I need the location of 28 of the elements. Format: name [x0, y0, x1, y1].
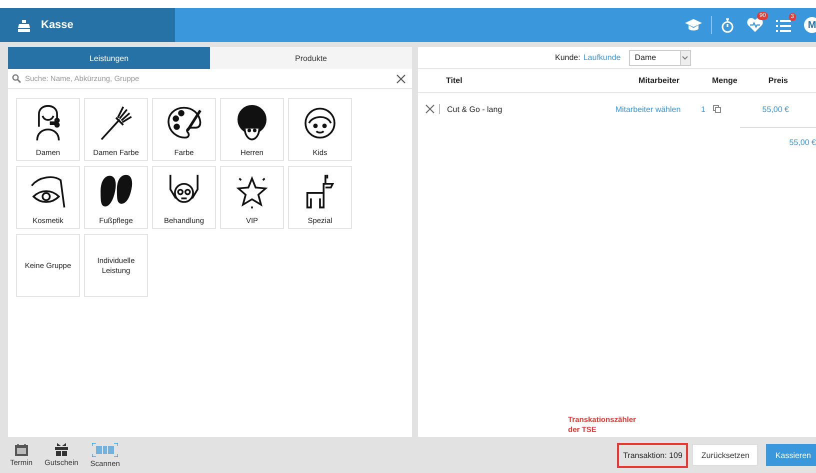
search-icon: [12, 74, 21, 83]
column-header: Mitarbeiter: [638, 76, 680, 85]
reset-button[interactable]: Zurücksetzen: [692, 444, 758, 466]
gift-icon: [54, 443, 68, 456]
tab[interactable]: Produkte: [210, 47, 412, 69]
salutation-select[interactable]: Dame: [628, 50, 691, 66]
column-header: Titel: [446, 76, 464, 85]
user-avatar[interactable]: M: [804, 17, 816, 33]
close-icon[interactable]: [396, 74, 406, 84]
stopwatch-icon[interactable]: [721, 18, 734, 32]
column-header: Menge: [711, 76, 738, 85]
list-icon[interactable]: [776, 18, 791, 32]
remove-icon[interactable]: [425, 104, 440, 114]
copy-icon[interactable]: [713, 105, 722, 113]
calendar-icon: [14, 444, 28, 456]
heart-icon[interactable]: [747, 18, 763, 32]
tab[interactable]: Leistungen: [8, 47, 210, 69]
total-price: 55,00 €: [740, 127, 816, 147]
eye-icon: [28, 173, 68, 210]
app-title: Kasse: [41, 19, 74, 31]
transaction-counter: Transaktion: 109: [617, 442, 688, 468]
item-title: Cut & Go - lang: [446, 104, 504, 114]
column-header: Preis: [767, 76, 788, 85]
customer-label: Kunde:: [555, 53, 580, 62]
barcode-icon: [92, 442, 118, 456]
graduation-cap-icon[interactable]: [685, 19, 702, 31]
register-icon: [17, 18, 31, 32]
chevron-down-icon: [682, 56, 688, 60]
